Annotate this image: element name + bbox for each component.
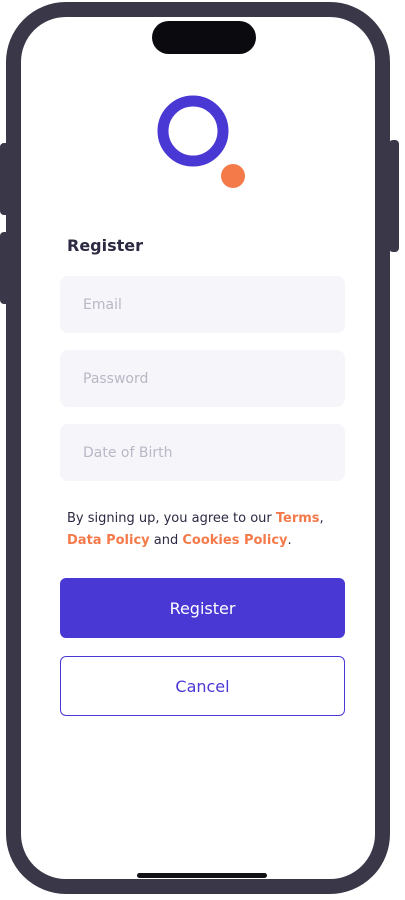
dynamic-island — [152, 21, 256, 54]
terms-notice: By signing up, you agree to our Terms, Da… — [67, 508, 347, 552]
cookies-policy-link[interactable]: Cookies Policy — [182, 533, 287, 548]
terms-link[interactable]: Terms — [276, 511, 320, 526]
date-of-birth-field[interactable] — [60, 424, 345, 481]
register-button[interactable]: Register — [60, 578, 345, 638]
terms-comma: , — [319, 511, 324, 526]
password-field[interactable] — [60, 350, 345, 407]
brand-logo-icon — [157, 95, 245, 188]
home-indicator[interactable] — [137, 873, 267, 878]
terms-and: and — [149, 533, 183, 548]
terms-period: . — [287, 533, 292, 548]
data-policy-link[interactable]: Data Policy — [67, 533, 150, 548]
power-button — [389, 140, 399, 252]
terms-prefix: By signing up, you agree to our — [67, 511, 276, 526]
page-title: Register — [67, 236, 144, 255]
email-field[interactable] — [60, 276, 345, 333]
cancel-button[interactable]: Cancel — [60, 656, 345, 716]
